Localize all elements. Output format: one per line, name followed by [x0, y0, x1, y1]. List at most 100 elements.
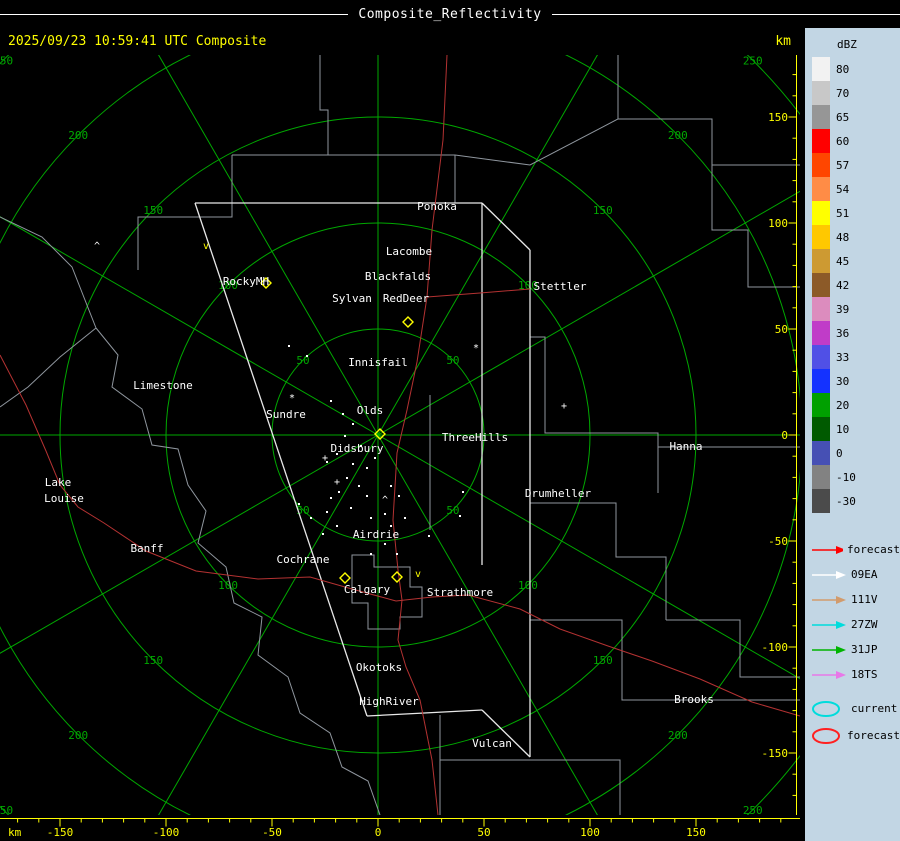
- ring-distance-label: 200: [68, 129, 88, 142]
- trajectory-arrow-icon: [812, 545, 844, 554]
- dbz-scale-entry: -30: [812, 489, 900, 513]
- dbz-color-swatch: [812, 393, 830, 417]
- place-label-highriver: HighRiver: [359, 695, 419, 708]
- ring-distance-label: 250: [0, 804, 13, 817]
- dbz-scale-entry: 51: [812, 201, 900, 225]
- echo-dot: [370, 517, 372, 519]
- ellipse-legend-item[interactable]: forecast: [809, 722, 900, 749]
- echo-dot: [384, 543, 386, 545]
- place-label-limestone: Limestone: [133, 379, 193, 392]
- radar-map[interactable]: 50 50 50 50 100 100 100 100 150 150 150 150 200 200 20…: [0, 55, 805, 841]
- dbz-scale-entry: -10: [812, 465, 900, 489]
- axis-unit-top: km: [775, 34, 791, 49]
- echo-dot: [322, 533, 324, 535]
- station-id-label: 09EA: [851, 568, 878, 581]
- place-label-okotoks: Okotoks: [356, 661, 402, 674]
- dbz-color-swatch: [812, 57, 830, 81]
- site-mark: v: [415, 569, 421, 580]
- site-mark: v: [203, 241, 209, 252]
- dbz-value-label: -10: [836, 470, 856, 484]
- place-label-drumheller: Drumheller: [525, 487, 592, 500]
- echo-dot: [336, 525, 338, 527]
- station-legend-item[interactable]: 31JP: [811, 637, 900, 662]
- echo-dot: [298, 503, 300, 505]
- ring-distance-label: 150: [143, 204, 163, 217]
- y-axis-label: -150: [762, 747, 789, 760]
- dbz-scale-entry: 45: [812, 249, 900, 273]
- station-legend-item[interactable]: forecast: [811, 537, 900, 562]
- dbz-scale-entry: 65: [812, 105, 900, 129]
- dbz-color-swatch: [812, 105, 830, 129]
- place-label-lake: Lake: [45, 476, 72, 489]
- ellipse-legend-item[interactable]: current: [809, 695, 900, 722]
- dbz-color-scale: 80 70 65 60 57 54 51 48 45 42 39 36 33 30 20 10 0 -10 -30: [812, 57, 900, 513]
- dbz-value-label: 54: [836, 182, 850, 196]
- dbz-scale-entry: 70: [812, 81, 900, 105]
- dbz-scale-entry: 60: [812, 129, 900, 153]
- dbz-color-swatch: [812, 81, 830, 105]
- dbz-color-swatch: [812, 273, 830, 297]
- obs-symbol: *: [473, 343, 479, 354]
- x-axis-label: 0: [375, 826, 382, 839]
- dbz-color-swatch: [812, 297, 830, 321]
- y-axis-label: -50: [768, 535, 788, 548]
- echo-dot: [342, 413, 344, 415]
- place-label-strathmore: Strathmore: [427, 586, 493, 599]
- station-legend-item[interactable]: 09EA: [811, 562, 900, 587]
- place-label-innisfail: Innisfail: [348, 356, 408, 369]
- cell-ellipse-icon: [812, 700, 840, 717]
- place-label-olds: Olds: [357, 404, 384, 417]
- echo-dot: [404, 517, 406, 519]
- ring-distance-label: 250: [0, 55, 13, 67]
- ring-distance-label: 250: [743, 55, 763, 67]
- legend-sidebar: dBZ 80 70 65 60 57 54 51 48 45 42 39 36 33 30 20 10 0 -10…: [805, 28, 900, 841]
- place-label-blackfalds: Blackfalds: [365, 270, 431, 283]
- echo-dot: [288, 345, 290, 347]
- ring-distance-label: 250: [743, 804, 763, 817]
- ring-distance-label: 200: [668, 129, 688, 142]
- title-bar: Composite_Reflectivity: [0, 0, 900, 28]
- dbz-color-swatch: [812, 153, 830, 177]
- place-label-brooks: Brooks: [674, 693, 714, 706]
- ring-distance-label: 150: [593, 654, 613, 667]
- dbz-color-swatch: [812, 201, 830, 225]
- echo-dot: [396, 553, 398, 555]
- dbz-value-label: 0: [836, 446, 843, 460]
- dbz-scale-entry: 57: [812, 153, 900, 177]
- place-label-hanna: Hanna: [669, 440, 702, 453]
- echo-dot: [398, 495, 400, 497]
- dbz-color-swatch: [812, 177, 830, 201]
- dbz-color-swatch: [812, 249, 830, 273]
- trajectory-arrow-icon: [812, 570, 846, 579]
- axis-unit-bottom: km: [8, 826, 22, 839]
- station-legend-item[interactable]: 111V: [811, 587, 900, 612]
- dbz-scale-entry: 39: [812, 297, 900, 321]
- dbz-scale-entry: 36: [812, 321, 900, 345]
- ring-distance-label: 150: [593, 204, 613, 217]
- dbz-value-label: 20: [836, 398, 850, 412]
- timestamp-label: 2025/09/23 10:59:41 UTC Composite: [8, 34, 267, 49]
- dbz-value-label: 30: [836, 374, 850, 388]
- echo-dot: [366, 467, 368, 469]
- station-legend-item[interactable]: 18TS: [811, 662, 900, 687]
- station-id-label: forecast: [847, 543, 900, 556]
- app-title: Composite_Reflectivity: [358, 6, 542, 22]
- y-axis-label: 150: [768, 111, 788, 124]
- station-legend-item[interactable]: 27ZW: [811, 612, 900, 637]
- dbz-color-swatch: [812, 129, 830, 153]
- y-axis-label: -100: [762, 641, 789, 654]
- echo-dot: [370, 553, 372, 555]
- echo-dot: [374, 457, 376, 459]
- echo-dot: [366, 495, 368, 497]
- dbz-scale-entry: 42: [812, 273, 900, 297]
- place-label-cochrane: Cochrane: [277, 553, 330, 566]
- place-label-ponoka: Ponoka: [417, 200, 457, 213]
- dbz-scale-entry: 54: [812, 177, 900, 201]
- place-label-sylvan: Sylvan: [332, 292, 372, 305]
- station-id-label: 31JP: [851, 643, 878, 656]
- station-legend: forecast 09EA 111V 27ZW 31JP 18TS: [811, 537, 900, 687]
- radar-app-window: Composite_Reflectivity 2025/09/23 10:59:…: [0, 0, 900, 841]
- echo-dot: [346, 477, 348, 479]
- place-label-vulcan: Vulcan: [472, 737, 512, 750]
- trajectory-arrow-icon: [812, 670, 846, 679]
